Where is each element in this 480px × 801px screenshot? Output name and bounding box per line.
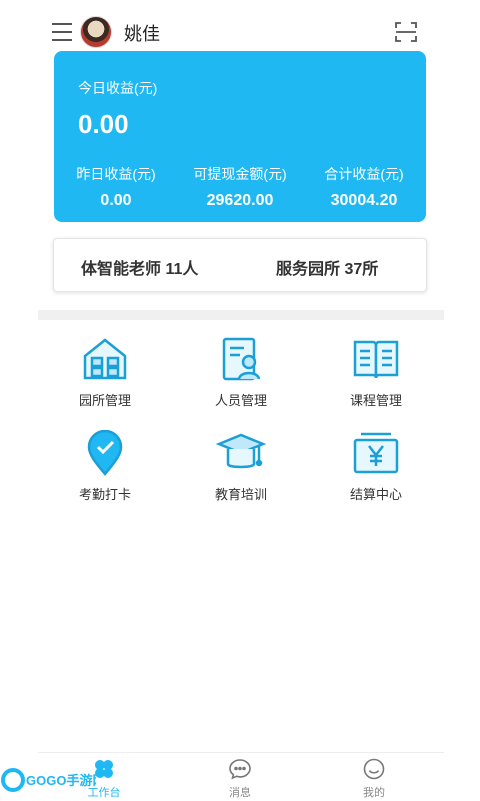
app-frame: 姚佳 今日收益(元) 0.00 昨日收益(元) 0.00 可提现金额(元) 29… [38, 0, 444, 801]
watermark-text: GOGO手游网 [26, 773, 96, 788]
stat-label: 可提现金额(元) [193, 166, 287, 182]
location-check-icon [87, 430, 123, 476]
yen-box-icon [353, 432, 399, 474]
grid-item-settlement[interactable]: 结算中心 [316, 430, 436, 510]
bottom-nav: 工作台 消息 我的 [38, 752, 444, 801]
smile-icon [363, 758, 385, 780]
stat-withdrawable: 可提现金额(元) 29620.00 [178, 164, 302, 210]
house-icon [83, 338, 127, 380]
username: 姚佳 [124, 24, 160, 44]
stat-value: 29620.00 [206, 192, 274, 209]
grid-item-course[interactable]: 课程管理 [316, 336, 436, 416]
watermark-logo: GOGO手游网 [1, 768, 96, 792]
earnings-card[interactable]: 今日收益(元) 0.00 昨日收益(元) 0.00 可提现金额(元) 29620… [54, 51, 426, 222]
kindergarten-count[interactable]: 服务园所 37所 [276, 255, 378, 279]
person-document-icon [222, 337, 261, 381]
today-earnings-label: 今日收益(元) [78, 80, 158, 96]
stat-yesterday: 昨日收益(元) 0.00 [54, 164, 178, 210]
summary-box: 体智能老师 11人 服务园所 37所 [53, 238, 427, 292]
menu-icon[interactable] [52, 22, 74, 42]
section-divider [38, 310, 444, 320]
grid-label: 课程管理 [349, 393, 402, 408]
nav-label: 我的 [363, 787, 385, 799]
nav-label: 消息 [229, 787, 251, 799]
grid-item-kindergarten[interactable]: 园所管理 [45, 336, 165, 416]
header: 姚佳 [38, 0, 444, 56]
scan-icon[interactable] [394, 20, 418, 44]
grid-label: 教育培训 [214, 487, 267, 502]
nav-item-messages[interactable]: 消息 [200, 757, 280, 800]
nav-item-profile[interactable]: 我的 [334, 757, 414, 800]
stat-label: 昨日收益(元) [76, 166, 156, 182]
stat-value: 0.00 [100, 192, 132, 209]
teacher-count[interactable]: 体智能老师 11人 [81, 255, 198, 279]
graduation-cap-icon [216, 433, 266, 469]
avatar[interactable] [80, 16, 112, 48]
today-earnings-value: 0.00 [78, 109, 129, 139]
stat-total: 合计收益(元) 30004.20 [302, 164, 426, 210]
stat-label: 合计收益(元) [324, 166, 404, 182]
grid-item-attendance[interactable]: 考勤打卡 [45, 430, 165, 510]
grid-label: 考勤打卡 [78, 487, 131, 502]
grid-item-training[interactable]: 教育培训 [181, 430, 301, 510]
grid-label: 人员管理 [214, 393, 267, 408]
book-icon [353, 340, 399, 379]
grid-label: 结算中心 [349, 487, 402, 502]
grid-item-personnel[interactable]: 人员管理 [181, 336, 301, 416]
stat-value: 30004.20 [330, 192, 398, 209]
grid-label: 园所管理 [78, 393, 131, 408]
chat-icon [229, 759, 251, 780]
